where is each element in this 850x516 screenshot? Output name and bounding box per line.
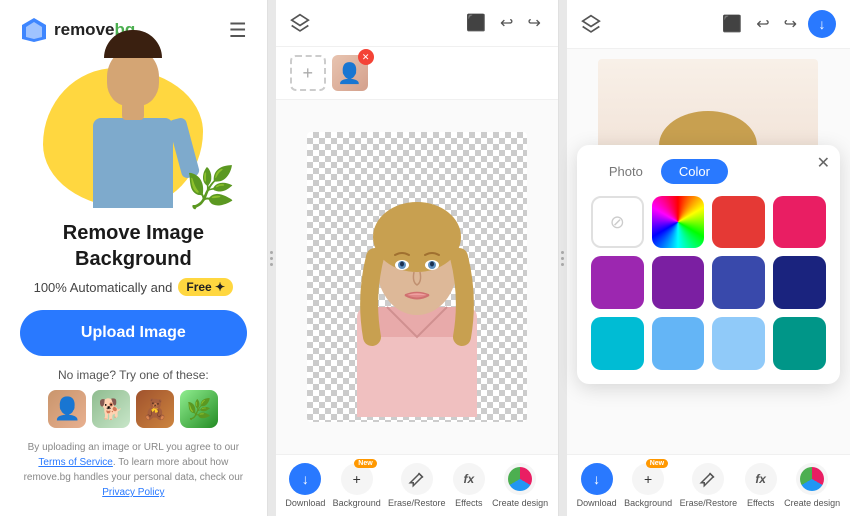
headline: Remove Image Background [20,220,247,272]
middle-canvas [276,100,558,454]
subline: 100% Automatically and Free ✦ [34,278,234,296]
background-tool[interactable]: + New Background [333,463,381,508]
swatch-indigo[interactable] [712,256,765,309]
swatch-red[interactable] [712,196,765,249]
right-divider[interactable] [559,0,567,516]
right-undo-icon[interactable]: ↩ [753,11,772,37]
sample-thumb-person[interactable] [48,390,86,428]
terms-text: By uploading an image or URL you agree t… [20,440,247,500]
photo-color-tabs: Photo Color [591,159,826,184]
right-canvas: ✕ Photo Color ⊘ [567,49,850,454]
plant-icon: 🌿 [186,168,236,208]
left-divider[interactable] [268,0,276,516]
tab-color[interactable]: Color [661,159,728,184]
close-color-panel-button[interactable]: ✕ [817,153,830,173]
left-panel: removebg ☰ 🌿 Remove Image Background 100… [0,0,268,516]
right-download-button[interactable]: ↓ [808,10,836,38]
tab-photo[interactable]: Photo [591,159,661,184]
right-toolbar: ⬛ ↩ ↪ ↓ [567,0,850,49]
swatch-dark-blue[interactable] [773,256,826,309]
erase-restore-tool[interactable]: Erase/Restore [388,463,446,508]
swatch-rainbow[interactable] [652,196,705,249]
sample-thumb-object[interactable] [136,390,174,428]
right-layers-icon[interactable] [581,14,601,34]
swatch-none[interactable]: ⊘ [591,196,644,249]
swatch-hotpink[interactable] [773,196,826,249]
image-thumbnail[interactable]: ✕ [332,55,368,91]
compare-icon[interactable]: ⬛ [463,10,489,36]
color-picker-panel: ✕ Photo Color ⊘ [577,145,840,384]
effects-tool[interactable]: fx Effects [453,463,485,508]
hero-illustration: 🌿 [23,58,243,208]
hero-person-figure [83,68,183,208]
download-tool[interactable]: ↓ Download [285,463,325,508]
privacy-link[interactable]: Privacy Policy [102,487,164,498]
right-bottom-toolbar: ↓ Download + New Background Erase/Restor… [567,454,850,516]
color-swatches-grid: ⊘ [591,196,826,370]
right-compare-icon[interactable]: ⬛ [719,11,745,37]
free-badge: Free ✦ [178,278,233,296]
canvas-image-container [307,132,527,422]
swatch-light-blue-2[interactable] [712,317,765,370]
undo-icon[interactable]: ↩ [497,10,516,36]
sample-thumb-dog[interactable] [92,390,130,428]
swatch-light-blue[interactable] [652,317,705,370]
middle-panel: ⬛ ↩ ↪ + ✕ [276,0,559,516]
middle-bottom-toolbar: ↓ Download + New Background Erase/Restor… [276,454,558,516]
right-panel: ⬛ ↩ ↪ ↓ [567,0,850,516]
right-redo-icon[interactable]: ↪ [781,11,800,37]
upload-button[interactable]: Upload Image [20,310,247,356]
swatch-cyan[interactable] [591,317,644,370]
right-background-tool[interactable]: + New Background [624,463,672,508]
layers-icon[interactable] [290,13,310,33]
logo-icon [20,16,48,44]
woman-svg [317,137,517,417]
right-download-tool[interactable]: ↓ Download [577,463,617,508]
sample-thumb-plant[interactable] [180,390,218,428]
middle-toolbar: ⬛ ↩ ↪ [276,0,558,47]
right-create-design-tool[interactable]: Create design [784,463,840,508]
sample-thumbnails [48,390,218,428]
hamburger-icon[interactable]: ☰ [229,18,247,43]
swatch-teal[interactable] [773,317,826,370]
terms-link[interactable]: Terms of Service [38,457,112,468]
woman-image [307,132,527,422]
no-image-text: No image? Try one of these: [58,368,209,382]
swatch-dark-purple[interactable] [652,256,705,309]
right-effects-tool[interactable]: fx Effects [745,463,777,508]
thumbnail-strip: + ✕ [276,47,558,100]
add-image-button[interactable]: + [290,55,326,91]
create-design-tool[interactable]: Create design [492,463,548,508]
delete-thumbnail-button[interactable]: ✕ [358,49,374,65]
swatch-purple[interactable] [591,256,644,309]
redo-icon[interactable]: ↪ [524,10,543,36]
right-erase-restore-tool[interactable]: Erase/Restore [680,463,738,508]
